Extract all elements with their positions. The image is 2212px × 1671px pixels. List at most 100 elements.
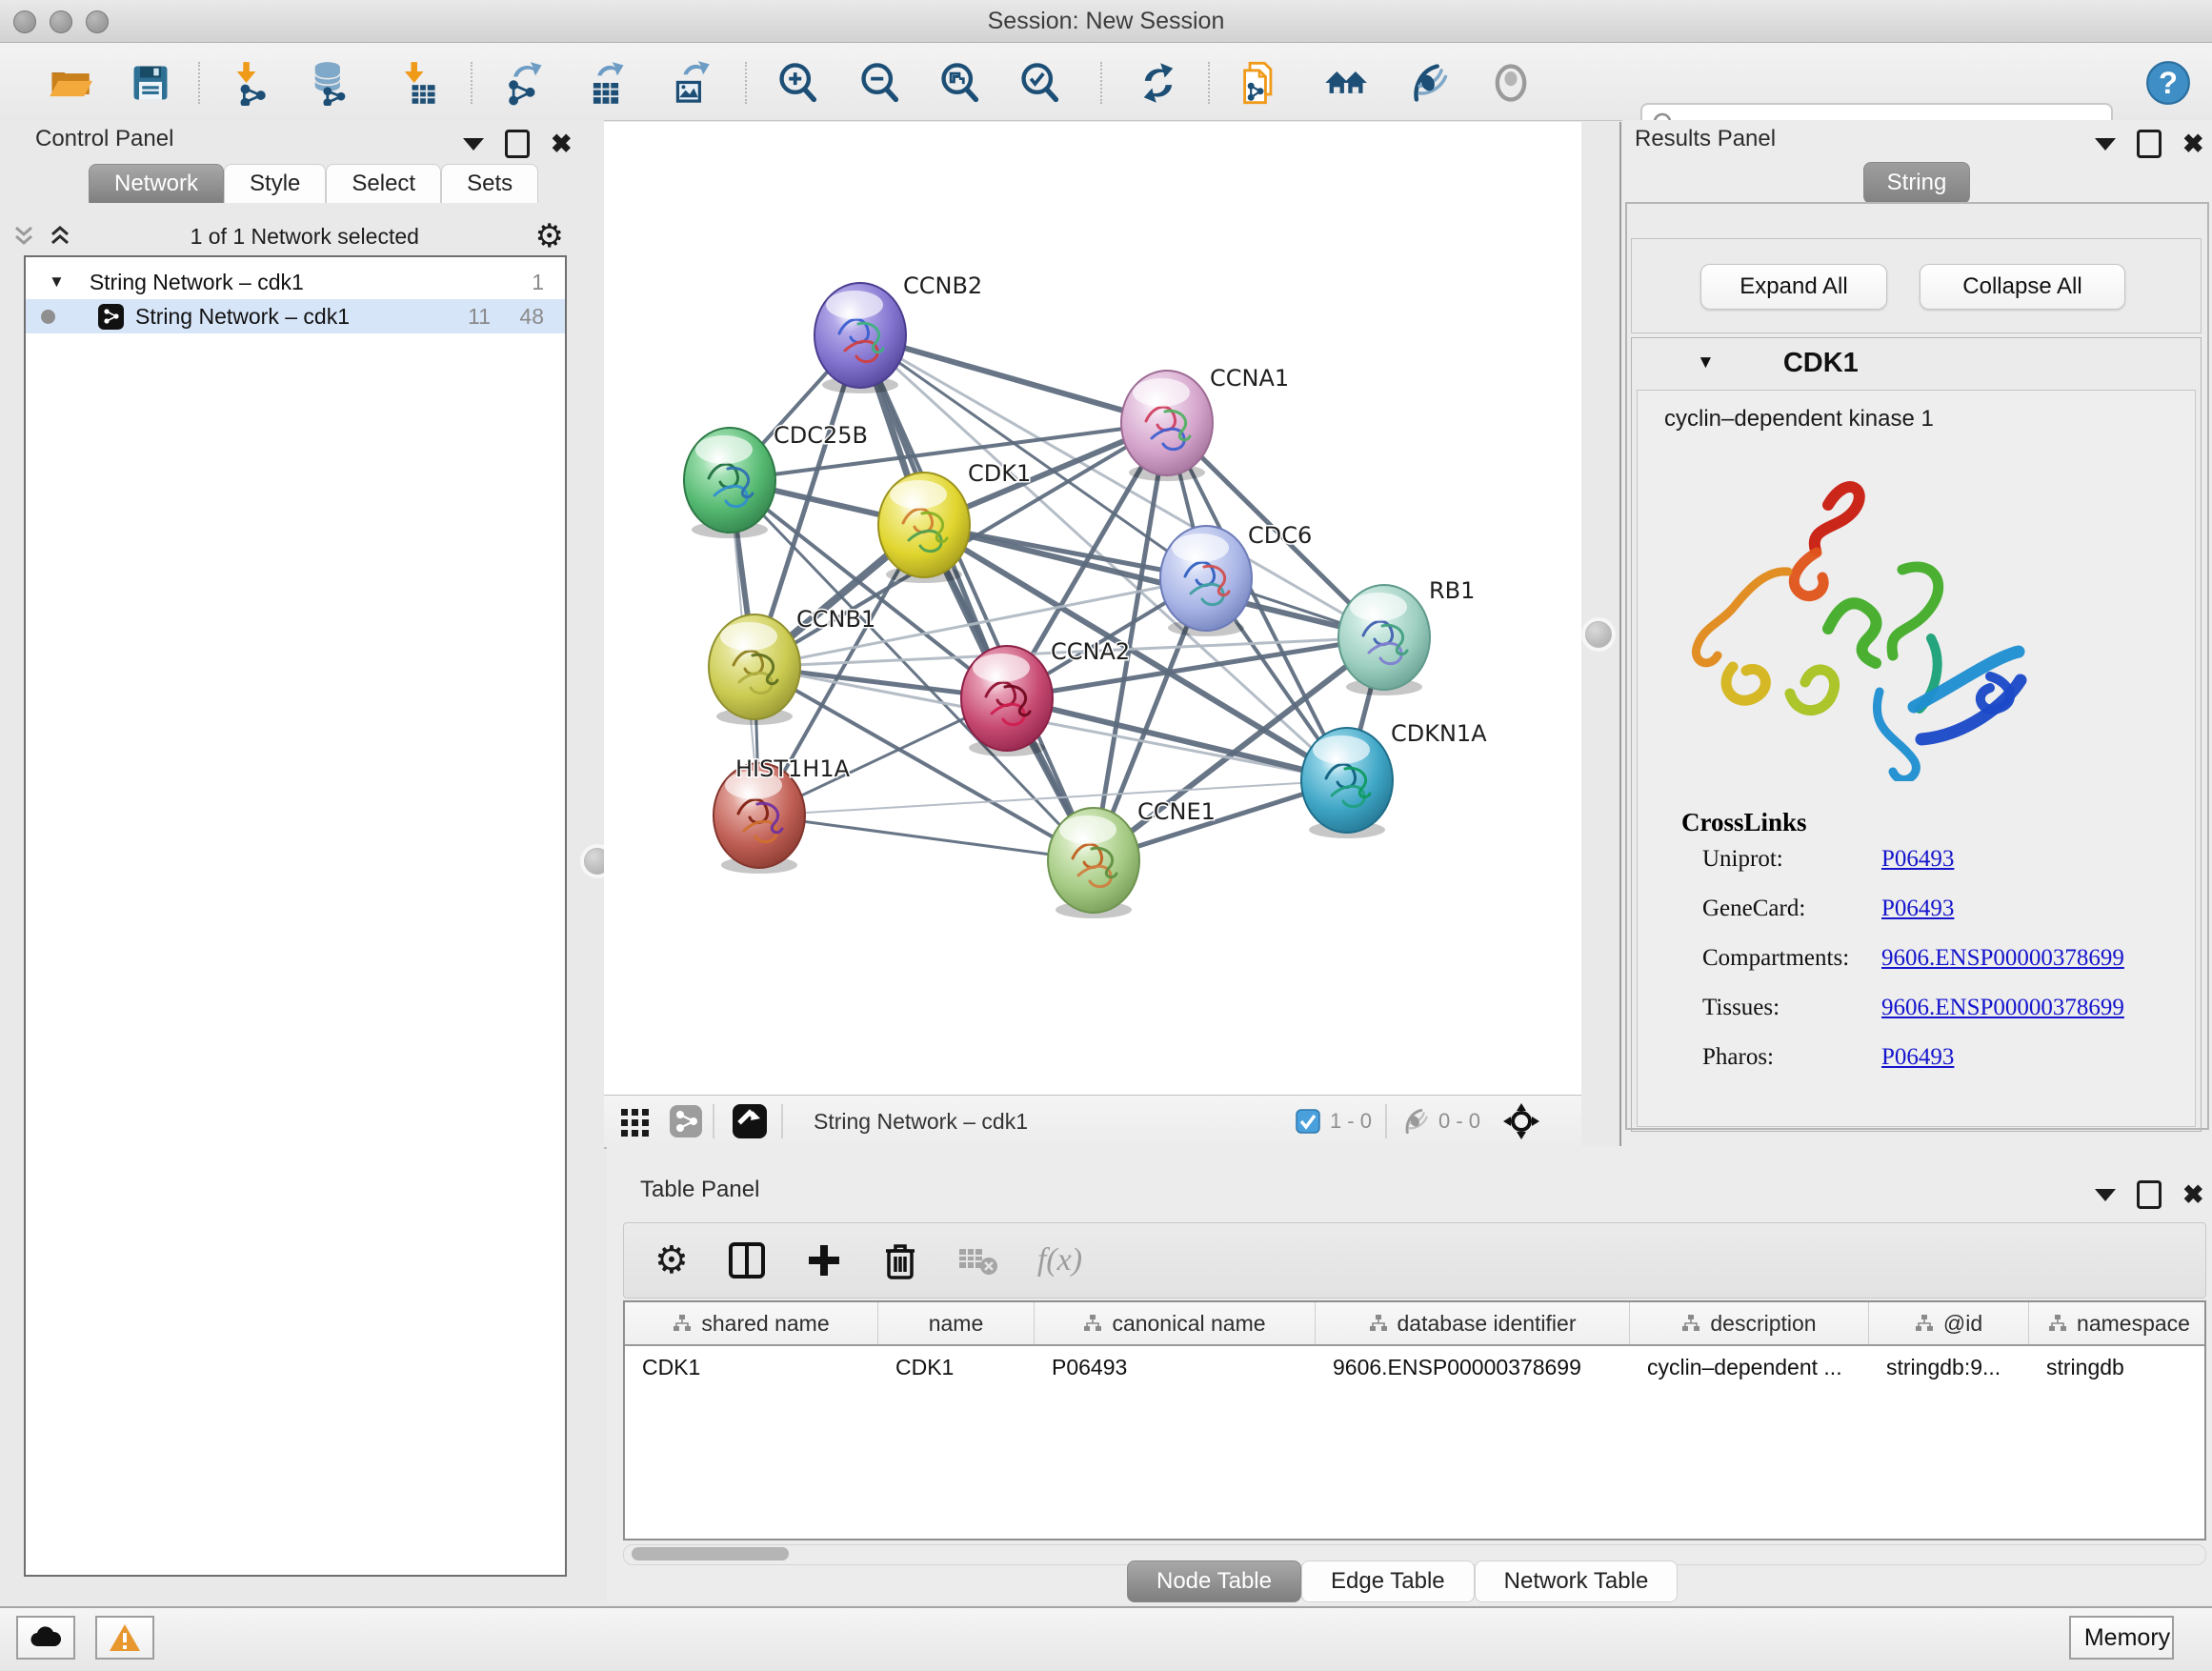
import-network-file-button[interactable] bbox=[227, 60, 276, 106]
import-table-icon bbox=[394, 60, 440, 106]
birdseye-view-icon[interactable] bbox=[732, 1103, 768, 1139]
network-view-icon[interactable] bbox=[669, 1104, 703, 1138]
tab-style[interactable]: Style bbox=[224, 164, 326, 203]
table-cell[interactable]: stringdb:9... bbox=[1869, 1355, 2029, 1380]
open-file-button[interactable] bbox=[45, 60, 94, 106]
delete-column-button[interactable] bbox=[881, 1238, 919, 1283]
export-image-button[interactable] bbox=[665, 60, 714, 106]
save-session-button[interactable] bbox=[126, 60, 175, 106]
network-graph[interactable]: CCNB2CCNA1CDC25BCDK1CDC6RB1CCNB1CCNA2CDK… bbox=[604, 122, 1581, 1095]
table-cell[interactable]: CDK1 bbox=[878, 1355, 1035, 1380]
splitter-handle[interactable] bbox=[1585, 621, 1612, 648]
crosslink-link[interactable]: P06493 bbox=[1881, 896, 1954, 921]
node-table[interactable]: shared namenamecanonical namedatabase id… bbox=[623, 1300, 2206, 1540]
network-node-ccne1[interactable]: CCNE1 bbox=[1048, 798, 1216, 918]
fit-selected-crosshair-icon[interactable] bbox=[1501, 1101, 1541, 1141]
network-node-ccnb1[interactable]: CCNB1 bbox=[709, 606, 875, 725]
maximize-panel-icon[interactable] bbox=[2137, 1180, 2162, 1209]
selected-nodes-checkbox-icon[interactable] bbox=[1296, 1109, 1320, 1134]
clone-network-button[interactable] bbox=[1236, 60, 1285, 106]
network-node-rb1[interactable]: RB1 bbox=[1338, 577, 1475, 695]
collection-expander-icon[interactable]: ▼ bbox=[49, 272, 65, 292]
table-cell[interactable]: CDK1 bbox=[625, 1355, 878, 1380]
table-cell[interactable]: P06493 bbox=[1035, 1355, 1316, 1380]
maximize-panel-icon[interactable] bbox=[505, 130, 530, 158]
table-cell[interactable]: stringdb bbox=[2029, 1355, 2206, 1380]
gene-expander-icon[interactable]: ▼ bbox=[1697, 352, 1715, 373]
crosslink-link[interactable]: P06493 bbox=[1881, 1044, 1954, 1070]
create-column-button[interactable] bbox=[805, 1238, 843, 1283]
network-node-cdkn1a[interactable]: CDKN1A bbox=[1301, 720, 1487, 838]
network-edge[interactable] bbox=[1007, 698, 1347, 780]
collapse-all-button[interactable]: Collapse All bbox=[1920, 264, 2125, 310]
float-panel-icon[interactable] bbox=[2095, 138, 2116, 151]
help-button[interactable]: ? bbox=[2143, 60, 2193, 106]
network-node-hist1h1a[interactable]: HIST1H1A bbox=[714, 755, 851, 874]
tab-select[interactable]: Select bbox=[326, 164, 441, 203]
expand-all-button[interactable]: Expand All bbox=[1700, 264, 1887, 310]
show-columns-button[interactable] bbox=[727, 1238, 767, 1283]
table-row[interactable]: CDK1CDK1P064939606.ENSP00000378699cyclin… bbox=[625, 1346, 2204, 1388]
export-image-icon bbox=[667, 60, 713, 106]
column-header-database-identifier[interactable]: database identifier bbox=[1316, 1302, 1630, 1344]
maximize-panel-icon[interactable] bbox=[2137, 130, 2162, 158]
delete-table-button[interactable] bbox=[957, 1238, 999, 1283]
tab-network[interactable]: Network bbox=[89, 164, 224, 203]
network-node-ccnb2[interactable]: CCNB2 bbox=[814, 272, 982, 393]
zoom-fit-button[interactable] bbox=[935, 60, 985, 106]
column-header-namespace[interactable]: namespace bbox=[2029, 1302, 2206, 1344]
column-header--id[interactable]: @id bbox=[1869, 1302, 2029, 1344]
network-options-gear-icon[interactable]: ⚙ bbox=[535, 220, 564, 252]
collapse-all-icon[interactable] bbox=[10, 222, 38, 251]
zoom-out-button[interactable] bbox=[855, 60, 905, 106]
network-node-cdk1[interactable]: CDK1 bbox=[878, 460, 1031, 583]
export-table-button[interactable] bbox=[581, 60, 631, 106]
table-options-button[interactable]: ⚙ bbox=[654, 1238, 689, 1283]
column-header-description[interactable]: description bbox=[1630, 1302, 1869, 1344]
zoom-in-button[interactable] bbox=[774, 60, 823, 106]
zoom-selected-button[interactable] bbox=[1016, 60, 1065, 106]
float-panel-icon[interactable] bbox=[463, 138, 484, 151]
expand-all-icon[interactable] bbox=[46, 222, 74, 251]
network-edge[interactable] bbox=[860, 335, 1094, 860]
export-network-button[interactable] bbox=[499, 60, 549, 106]
hidden-elements-icon[interactable] bbox=[1400, 1106, 1431, 1137]
tab-sets[interactable]: Sets bbox=[441, 164, 538, 203]
scrollbar-thumb[interactable] bbox=[632, 1547, 789, 1560]
function-builder-button[interactable]: f(x) bbox=[1037, 1238, 1082, 1283]
tab-network-table[interactable]: Network Table bbox=[1475, 1560, 1679, 1602]
warnings-button[interactable] bbox=[95, 1616, 154, 1660]
tab-string[interactable]: String bbox=[1863, 162, 1970, 204]
tab-node-table[interactable]: Node Table bbox=[1127, 1560, 1301, 1602]
crosslink-link[interactable]: 9606.ENSP00000378699 bbox=[1881, 945, 2124, 971]
right-splitter[interactable] bbox=[1581, 122, 1621, 1146]
network-row-selected[interactable]: String Network – cdk1 11 48 bbox=[26, 299, 565, 333]
show-graphics-details-button[interactable] bbox=[1486, 60, 1536, 106]
network-node-cdc25b[interactable]: CDC25B bbox=[684, 422, 868, 538]
refresh-view-button[interactable] bbox=[1134, 60, 1183, 106]
float-panel-icon[interactable] bbox=[2095, 1189, 2116, 1201]
network-edge[interactable] bbox=[759, 815, 1094, 860]
crosslink-link[interactable]: P06493 bbox=[1881, 846, 1954, 872]
crosslink-link[interactable]: 9606.ENSP00000378699 bbox=[1881, 995, 2124, 1020]
network-canvas[interactable]: CCNB2CCNA1CDC25BCDK1CDC6RB1CCNB1CCNA2CDK… bbox=[604, 122, 1581, 1095]
import-table-file-button[interactable] bbox=[392, 60, 442, 106]
memory-status-button[interactable]: Memory bbox=[2069, 1616, 2174, 1660]
close-panel-icon[interactable]: ✖ bbox=[2182, 131, 2204, 157]
table-cell[interactable]: 9606.ENSP00000378699 bbox=[1316, 1355, 1630, 1380]
home-panel-button[interactable] bbox=[1320, 60, 1370, 106]
column-header-canonical-name[interactable]: canonical name bbox=[1035, 1302, 1316, 1344]
close-panel-icon[interactable]: ✖ bbox=[2182, 1182, 2204, 1208]
hide-graphics-details-button[interactable] bbox=[1404, 60, 1454, 106]
network-node-ccna2[interactable]: CCNA2 bbox=[961, 638, 1130, 756]
column-header-shared-name[interactable]: shared name bbox=[625, 1302, 878, 1344]
grid-view-icon[interactable] bbox=[619, 1105, 652, 1137]
column-header-name[interactable]: name bbox=[878, 1302, 1035, 1344]
left-splitter[interactable] bbox=[590, 120, 604, 1146]
close-panel-icon[interactable]: ✖ bbox=[551, 131, 573, 157]
import-network-database-button[interactable] bbox=[305, 60, 354, 106]
tab-edge-table[interactable]: Edge Table bbox=[1301, 1560, 1475, 1602]
network-collection-row[interactable]: ▼ String Network – cdk1 1 bbox=[26, 265, 565, 299]
cloud-status-button[interactable] bbox=[16, 1616, 75, 1660]
table-cell[interactable]: cyclin–dependent ... bbox=[1630, 1355, 1869, 1380]
